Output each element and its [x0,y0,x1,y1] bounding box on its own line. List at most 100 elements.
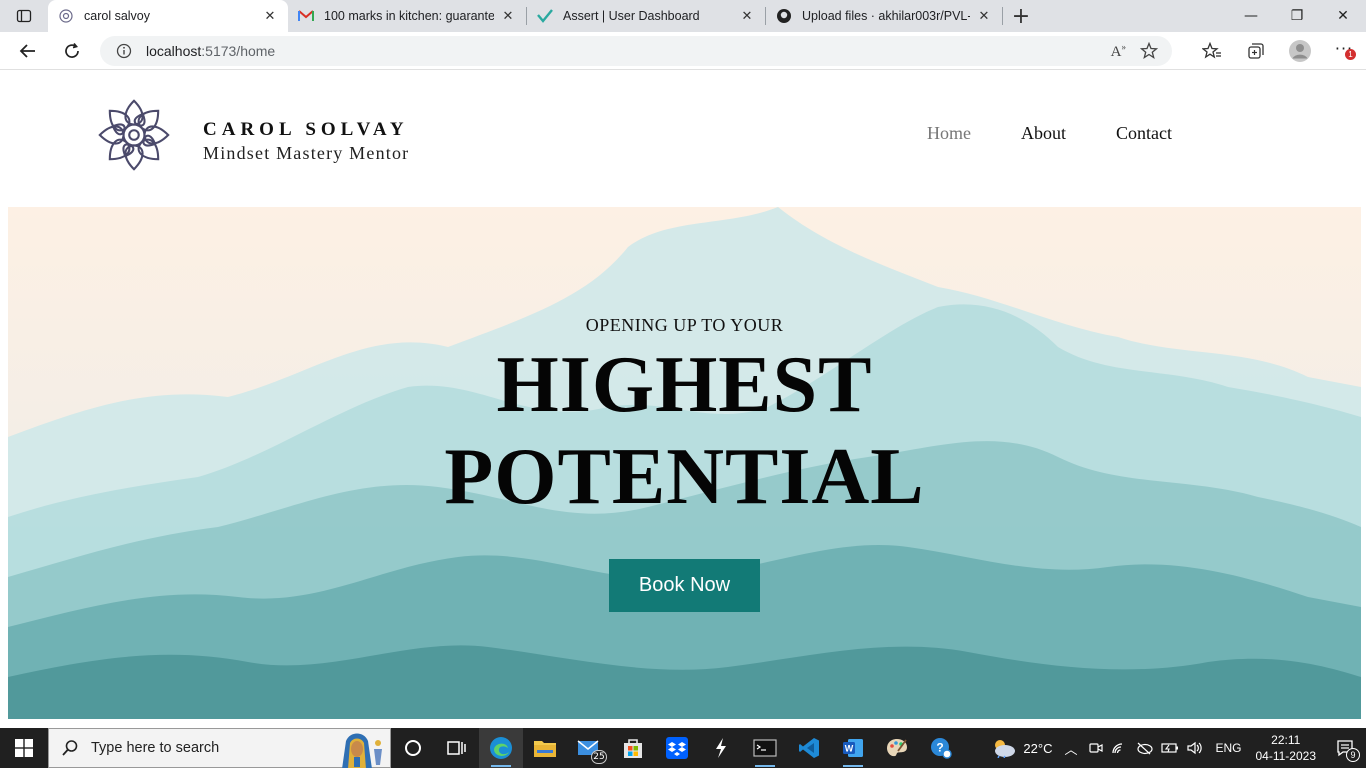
weather-temperature: 22°C [1023,740,1053,756]
show-hidden-icons-button[interactable]: ︿ [1058,728,1083,768]
gmail-icon [298,10,314,21]
word-icon: W [843,739,863,757]
close-tab-icon[interactable]: ✕ [976,8,992,24]
get-help-icon: ? [931,738,952,759]
windows-taskbar: Type here to search 25 W ? 22°C ︿ ENG 22… [0,728,1366,768]
close-window-button[interactable]: ✕ [1320,0,1366,32]
svg-text:?: ? [936,741,943,755]
tab-actions-icon [16,9,32,23]
weather-cloud-icon [995,740,1016,758]
address-toolbar: localhost:5173/home A» ··· 1 [0,32,1366,70]
action-center-button[interactable]: 9 [1324,728,1366,768]
vscode-icon [799,738,819,758]
taskbar-file-explorer[interactable] [523,728,567,768]
hero-content: OPENING UP TO YOUR HIGHEST POTENTIAL Boo… [8,207,1361,719]
onedrive-sync-icon[interactable] [1135,741,1154,755]
tray-icons [1083,728,1209,768]
tab-github-upload[interactable]: Upload files · akhilar003r/PVL-ass ✕ [766,0,1002,32]
battery-charging-icon[interactable] [1161,742,1179,754]
svg-text:W: W [845,744,854,754]
system-clock[interactable]: 22:11 04-11-2023 [1248,732,1325,764]
tab-actions-button[interactable] [0,0,48,32]
back-arrow-icon [19,43,35,58]
language-indicator[interactable]: ENG [1209,728,1247,768]
chevron-up-icon: ︿ [1064,741,1078,757]
nav-link-about[interactable]: About [1021,123,1066,144]
taskbar-word[interactable]: W [831,728,875,768]
task-view-icon [447,741,466,755]
tab-carol-salvoy[interactable]: carol salvoy ✕ [48,0,288,32]
taskbar-vscode[interactable] [787,728,831,768]
nav-link-contact[interactable]: Contact [1116,123,1172,144]
windows-logo-icon [15,739,33,757]
browser-tab-strip: carol salvoy ✕ 100 marks in kitchen: gua… [0,0,1366,32]
lotus-logo-icon[interactable] [96,97,172,173]
book-now-button[interactable]: Book Now [609,559,760,612]
hero-title: HIGHEST POTENTIAL [8,339,1361,523]
github-icon [777,9,791,23]
start-button[interactable] [0,728,48,768]
task-view-cortana-button[interactable] [391,728,435,768]
taskbar-mail[interactable]: 25 [567,728,611,768]
taskbar-store[interactable] [611,728,655,768]
new-tab-button[interactable]: + [1003,0,1039,32]
folder-icon [534,741,556,757]
taskbar-dropbox[interactable] [655,728,699,768]
collections-icon [1248,43,1264,59]
url-actions: A» [1111,42,1172,61]
search-highlight-pharaoh-icon [342,733,382,768]
taskbar-terminal[interactable] [743,728,787,768]
volume-icon[interactable] [1187,741,1203,755]
terminal-icon [753,739,777,757]
notification-count-badge: 9 [1346,748,1360,762]
weather-widget[interactable]: 22°C [985,728,1058,768]
url-host: localhost [146,43,202,59]
close-tab-icon[interactable]: ✕ [739,8,755,24]
bolt-icon [716,738,726,758]
info-icon [116,43,132,59]
favorites-button[interactable] [1190,32,1234,70]
close-tab-icon[interactable]: ✕ [262,8,278,24]
store-bag-icon [624,739,642,758]
assert-check-icon [537,9,553,23]
tab-gmail[interactable]: 100 marks in kitchen: guaranteed ✕ [288,0,526,32]
profile-button[interactable] [1278,32,1322,70]
back-button[interactable] [6,32,50,70]
wifi-icon[interactable] [1111,741,1127,755]
task-view-button[interactable] [435,728,479,768]
taskbar-search-box[interactable]: Type here to search [48,728,391,768]
paint-palette-icon [887,739,907,757]
edge-browser-icon [490,737,512,759]
taskbar-help[interactable]: ? [919,728,963,768]
url-field[interactable]: localhost:5173/home A» [100,36,1172,66]
reload-button[interactable] [50,32,94,70]
minimize-button[interactable]: — [1228,0,1274,32]
brand-name: CAROL SOLVAY [203,119,409,140]
close-tab-icon[interactable]: ✕ [500,8,516,24]
search-icon [62,740,78,756]
site-header: CAROL SOLVAY Mindset Mastery Mentor Home… [0,71,1366,207]
url-text: localhost:5173/home [146,43,275,59]
taskbar-bolt-app[interactable] [699,728,743,768]
notification-badge: 1 [1345,49,1356,60]
settings-menu-button[interactable]: ··· 1 [1322,32,1366,70]
camera-privacy-icon[interactable] [1089,741,1104,755]
profile-avatar-icon [1289,40,1311,62]
dropbox-icon [666,737,688,759]
brand[interactable]: CAROL SOLVAY Mindset Mastery Mentor [203,119,409,164]
clock-date: 04-11-2023 [1255,749,1317,763]
tab-title: Assert | User Dashboard [563,9,700,23]
lotus-favicon-icon [59,9,73,23]
nav-link-home[interactable]: Home [927,123,971,144]
url-path: :5173/home [201,43,276,59]
add-favorite-icon[interactable] [1140,42,1158,60]
taskbar-paint[interactable] [875,728,919,768]
window-controls: — ❐ ✕ [1228,0,1366,32]
search-placeholder: Type here to search [91,740,220,756]
read-aloud-icon[interactable]: A» [1111,42,1126,61]
restore-button[interactable]: ❐ [1274,0,1320,32]
collections-button[interactable] [1234,32,1278,70]
close-icon: ✕ [1337,8,1349,24]
taskbar-edge[interactable] [479,728,523,768]
tab-assert-dashboard[interactable]: Assert | User Dashboard ✕ [527,0,765,32]
